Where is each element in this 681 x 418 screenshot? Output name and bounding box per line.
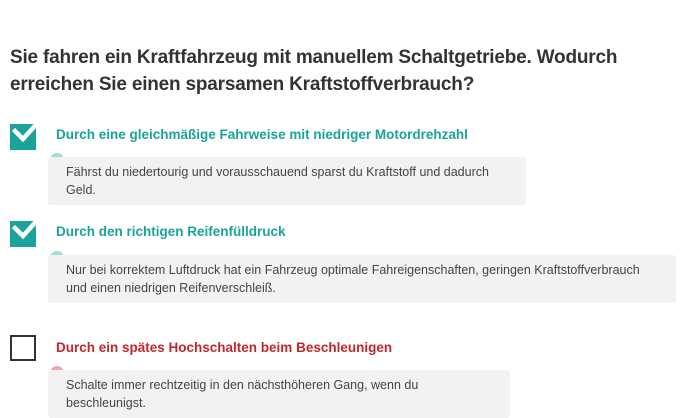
question-text: Sie fahren ein Kraftfahrzeug mit manuell… — [10, 47, 618, 95]
answer-3-explanation: Schalte immer rechtzeitig in den nächsth… — [48, 370, 510, 418]
answer-1-label[interactable]: Durch eine gleichmäßige Fahrweise mit ni… — [56, 126, 468, 144]
answer-2-explanation: Nur bei korrektem Luftdruck hat ein Fahr… — [48, 255, 676, 303]
answer-3-label[interactable]: Durch ein spätes Hochschalten beim Besch… — [56, 339, 392, 357]
answer-1-checkbox[interactable] — [10, 114, 46, 150]
answer-2-checkbox[interactable] — [10, 211, 46, 247]
answer-3-checkbox[interactable] — [10, 335, 36, 361]
checkmark-icon — [11, 114, 46, 143]
answer-1-explanation: Fährst du niedertourig und vorausschauen… — [48, 157, 526, 205]
answer-2-label[interactable]: Durch den richtigen Reifenfülldruck — [56, 223, 286, 241]
checkmark-icon — [11, 211, 46, 240]
